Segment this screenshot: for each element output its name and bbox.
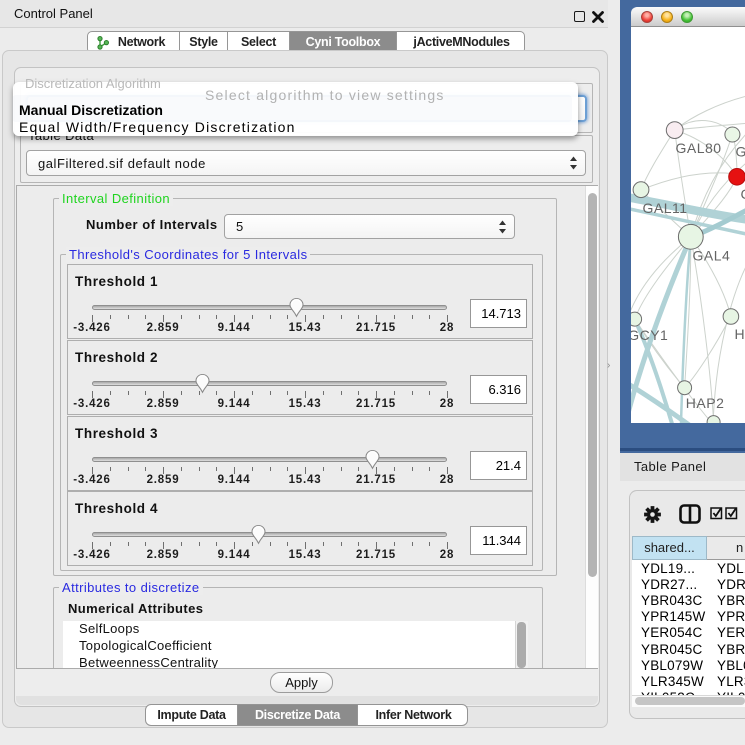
svg-text:C: C [741, 186, 745, 202]
svg-text:HAP2: HAP2 [686, 395, 725, 411]
svg-text:GA: GA [736, 144, 745, 160]
svg-text:GAL80: GAL80 [676, 140, 722, 156]
svg-text:GAL4: GAL4 [693, 248, 731, 264]
svg-text:H: H [735, 326, 745, 342]
svg-text:GCY1: GCY1 [631, 327, 668, 343]
svg-text:GAL11: GAL11 [643, 200, 688, 216]
